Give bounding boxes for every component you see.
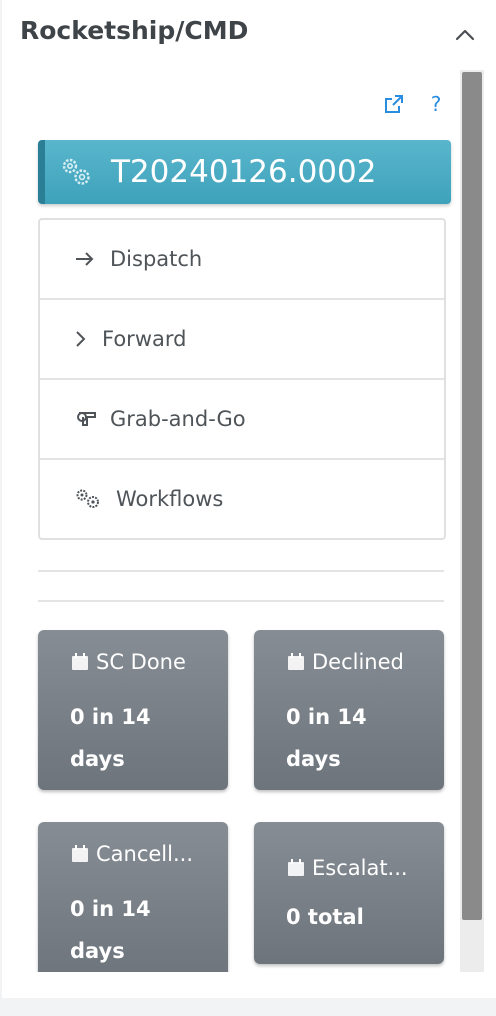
rocketship-panel: Rocketship/CMD ? T20240126.0002 Dispatch… [2, 0, 496, 998]
ticket-header[interactable]: T20240126.0002 [38, 140, 451, 204]
calendar-icon [72, 653, 88, 670]
scrollbar-thumb[interactable] [462, 72, 482, 920]
calendar-icon [72, 845, 88, 862]
card-value: 0 in 14 days [286, 705, 367, 771]
help-button[interactable]: ? [424, 92, 448, 116]
stat-card-declined[interactable]: Declined 0 in 14 days [254, 630, 444, 790]
card-title: Cancell... [70, 842, 220, 866]
card-title-text: SC Done [96, 650, 186, 674]
panel-content: ? T20240126.0002 Dispatch Forward Grab-a… [18, 70, 458, 972]
menu-item-grab-and-go[interactable]: Grab-and-Go [40, 380, 444, 460]
menu-item-label: Forward [102, 327, 187, 351]
menu-item-forward[interactable]: Forward [40, 300, 444, 380]
card-title-text: Declined [312, 650, 404, 674]
gears-icon [74, 488, 106, 510]
arrow-right-icon [74, 248, 100, 270]
calendar-icon [288, 859, 304, 876]
card-title: SC Done [70, 650, 220, 674]
card-title: Escalat... [286, 856, 436, 880]
stat-card-escalated[interactable]: Escalat... 0 total [254, 822, 444, 964]
ticket-id: T20240126.0002 [111, 154, 377, 190]
chevron-up-icon [455, 29, 475, 41]
help-icon: ? [430, 92, 442, 116]
external-link-icon [385, 95, 403, 113]
menu-item-label: Workflows [116, 487, 224, 511]
panel-title: Rocketship/CMD [20, 16, 249, 45]
collapse-button[interactable] [450, 20, 480, 50]
card-title-text: Escalat... [312, 856, 408, 880]
divider [38, 570, 444, 572]
stat-card-sc-done[interactable]: SC Done 0 in 14 days [38, 630, 228, 790]
stat-card-cancelled[interactable]: Cancell... 0 in 14 days [38, 822, 228, 972]
open-external-button[interactable] [382, 92, 406, 116]
menu-item-workflows[interactable]: Workflows [40, 460, 444, 538]
action-menu: Dispatch Forward Grab-and-Go Workflows [38, 218, 446, 540]
menu-item-label: Dispatch [110, 247, 203, 271]
calendar-icon [288, 653, 304, 670]
menu-item-label: Grab-and-Go [110, 407, 246, 431]
panel-footer-strip [0, 998, 496, 1016]
grab-icon [74, 408, 100, 430]
gears-icon [62, 158, 90, 185]
menu-item-dispatch[interactable]: Dispatch [40, 220, 444, 300]
chevron-right-icon [74, 328, 92, 350]
panel-toolbar: ? [382, 92, 448, 116]
card-title-text: Cancell... [96, 842, 194, 866]
card-title: Declined [286, 650, 436, 674]
card-value: 0 in 14 days [70, 897, 151, 963]
card-value: 0 in 14 days [70, 705, 151, 771]
divider [38, 600, 444, 602]
card-value: 0 total [286, 905, 364, 929]
